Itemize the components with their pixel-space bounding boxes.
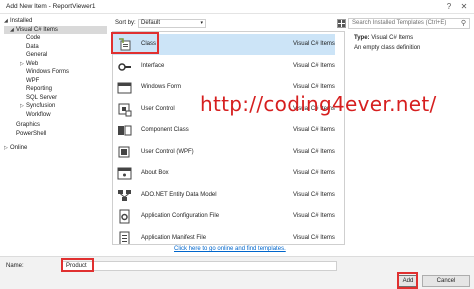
title-bar: Add New Item - ReportViewer1 ? ✕ (0, 0, 474, 14)
tree-item-label: Windows Forms (26, 69, 70, 75)
grid-view-icon (338, 20, 345, 27)
template-name: Application Manifest File (141, 234, 207, 241)
chevron-down-icon: ▾ (200, 20, 203, 26)
template-name: User Control (141, 105, 175, 112)
bottom-bar: Name: Product Add Cancel (0, 256, 474, 289)
tree-item[interactable]: Code (20, 34, 107, 42)
tree-item-label: Reporting (26, 86, 53, 92)
tree-item-label: Installed (10, 18, 33, 24)
add-button[interactable]: Add (398, 275, 418, 287)
template-item[interactable]: Class Visual C# Items (113, 34, 335, 55)
template-description: Type: Visual C# Items An empty class def… (348, 32, 470, 62)
template-name: Component Class (141, 127, 189, 133)
class-icon (117, 37, 132, 52)
tree-item-label: Syncfusion (26, 103, 56, 109)
template-name: User Control (WPF) (141, 148, 194, 155)
sort-by-label: Sort by: (115, 20, 136, 26)
tree-item-label: Visual C# Items (16, 26, 58, 33)
tree-item-label: Workflow (26, 111, 51, 118)
cancel-button[interactable]: Cancel (422, 275, 470, 287)
tree-item-label: PowerShell (16, 130, 47, 137)
tree-item[interactable]: ◢ Installed (4, 17, 107, 25)
template-language: Visual C# Items (293, 234, 335, 241)
watermark-url: http://coding4ever.net/ (200, 92, 437, 116)
sort-by-dropdown[interactable]: Default ▾ (138, 19, 206, 28)
template-name: Interface (141, 62, 165, 69)
category-tree: ◢ Installed ◢ Visual C# Items Code Data Genera… (4, 16, 107, 256)
template-toolbar: Sort by: Default ▾ (113, 16, 357, 30)
template-language: Visual C# Items (293, 213, 335, 219)
window-title: Add New Item - ReportViewer1 (6, 3, 96, 10)
about-box-icon (117, 166, 132, 181)
tree-item-label: Graphics (16, 122, 41, 128)
search-placeholder: Search Installed Templates (Ctrl+E) (352, 20, 447, 26)
help-button[interactable]: ? (444, 2, 454, 12)
name-label: Name: (6, 263, 24, 269)
template-language: Visual C# Items (293, 191, 335, 198)
tree-item[interactable]: Graphics (10, 121, 107, 129)
template-item[interactable]: Interface Visual C# Items (113, 56, 335, 77)
template-item[interactable]: Application Manifest File Visual C# Items (113, 228, 335, 244)
template-name: About Box (141, 170, 169, 176)
type-label: Type: (354, 35, 370, 41)
interface-icon (117, 59, 132, 74)
template-language: Visual C# Items (293, 170, 335, 176)
search-icon: ⚲ (460, 20, 466, 27)
template-item[interactable]: Application Configuration File Visual C# … (113, 206, 335, 227)
component-class-icon (117, 123, 132, 138)
grid-view-button[interactable] (337, 19, 346, 28)
tree-item[interactable]: Reporting (20, 85, 107, 93)
template-name: Class (141, 41, 157, 47)
template-item[interactable]: User Control (WPF) Visual C# Items (113, 142, 335, 163)
tree-item[interactable]: ▷ Syncfusion (20, 102, 107, 110)
template-item[interactable]: ADO.NET Entity Data Model Visual C# Items (113, 185, 335, 206)
sort-by-value: Default (141, 20, 161, 26)
tree-item[interactable]: PowerShell (10, 130, 107, 138)
tree-item[interactable]: Workflow (20, 111, 107, 119)
name-input[interactable]: Product (62, 261, 337, 271)
template-name: Application Configuration File (141, 213, 220, 219)
template-item[interactable]: About Box Visual C# Items (113, 163, 335, 184)
template-language: Visual C# Items (293, 62, 335, 69)
template-item[interactable]: Component Class Visual C# Items (113, 120, 335, 141)
template-language: Visual C# Items (293, 41, 335, 47)
search-templates-input[interactable]: Search Installed Templates (Ctrl+E) ⚲ (348, 18, 470, 29)
close-button[interactable]: ✕ (459, 2, 469, 12)
description-text: An empty class definition (354, 45, 421, 51)
tree-item[interactable]: Data (20, 43, 107, 51)
tree-item[interactable]: Windows Forms (20, 68, 107, 76)
entity-data-model-icon (117, 188, 132, 203)
tree-item-label: SQL Server (26, 94, 58, 101)
template-language: Visual C# Items (293, 127, 335, 133)
description-type: Type: Visual C# Items (354, 35, 413, 41)
user-control-wpf-icon (117, 145, 132, 160)
config-file-icon (117, 209, 132, 224)
tree-item-label: General (26, 52, 48, 58)
template-language: Visual C# Items (293, 84, 335, 90)
windows-form-icon (117, 80, 132, 95)
template-name: ADO.NET Entity Data Model (141, 191, 217, 198)
user-control-icon (117, 102, 132, 117)
tree-item[interactable]: ▷ Online (4, 144, 107, 152)
tree-item[interactable]: ▷ Web (20, 60, 107, 68)
tree-item-label: Data (26, 43, 39, 50)
tree-item[interactable]: General (20, 51, 107, 59)
tree-item-label: Online (10, 145, 28, 151)
tree-item-label: WPF (26, 77, 40, 84)
template-language: Visual C# Items (293, 148, 335, 155)
templates-list: Application Manifest File Visual C# Items… (112, 31, 345, 245)
online-templates-link[interactable]: Click here to go online and find templat… (174, 246, 286, 252)
type-value: Visual C# Items (371, 35, 414, 41)
tree-item[interactable]: SQL Server (20, 94, 107, 102)
tree-item-label: Web (26, 60, 39, 67)
tree-item[interactable]: WPF (20, 77, 107, 85)
template-name: Windows Form (141, 84, 182, 90)
tree-item-label: Code (26, 35, 41, 41)
tree-item[interactable]: ◢ Visual C# Items (4, 25, 107, 34)
manifest-file-icon (117, 231, 132, 244)
